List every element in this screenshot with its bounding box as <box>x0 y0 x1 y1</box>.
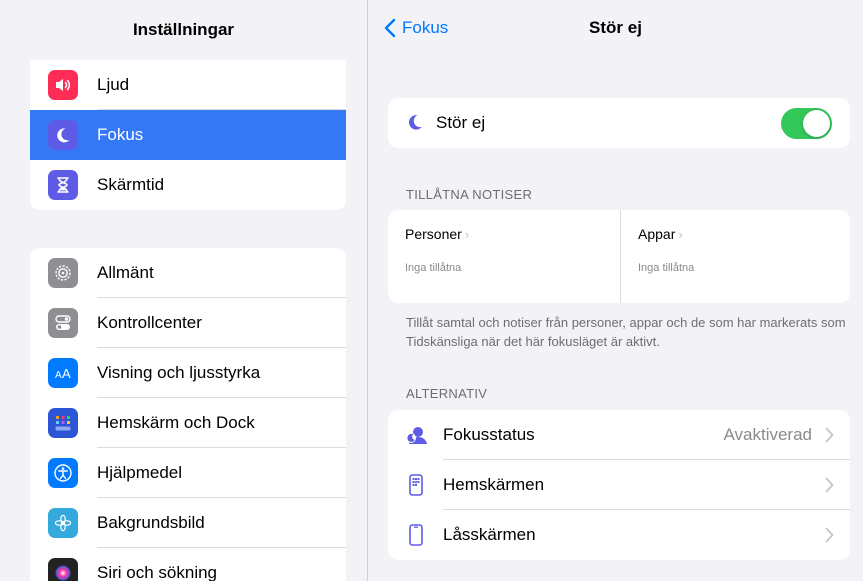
option-label: Låsskärmen <box>443 525 536 544</box>
page-title: Stör ej <box>589 18 642 37</box>
sidebar-item-kontrollcenter[interactable]: Kontrollcenter <box>30 298 346 348</box>
sidebar-item-hjalpmedel[interactable]: Hjälpmedel <box>30 448 346 498</box>
options-card: Fokusstatus Avaktiverad Hemskärmen Låssk… <box>388 410 850 560</box>
toggles-icon <box>48 308 78 338</box>
home-grid-icon <box>48 408 78 438</box>
allowed-notifications-card: Personer › Inga tillåtna Appar › Inga ti… <box>388 210 850 303</box>
option-lasskarmen[interactable]: Låsskärmen <box>388 510 850 560</box>
option-label: Fokusstatus <box>443 425 535 444</box>
chevron-right-icon <box>825 477 834 493</box>
detail-pane: Fokus Stör ej Stör ej TILLÅTNA NOTISER P… <box>368 0 863 581</box>
settings-sidebar: Inställningar Ljud Fokus Skärmtid Allmän… <box>0 0 368 581</box>
home-screen-icon <box>409 474 423 496</box>
lock-screen-icon <box>409 524 423 546</box>
navigation-bar: Fokus Stör ej <box>368 0 863 60</box>
option-fokusstatus[interactable]: Fokusstatus Avaktiverad <box>388 410 850 460</box>
sidebar-item-skarmtid[interactable]: Skärmtid <box>30 160 346 210</box>
siri-icon <box>48 558 78 581</box>
sidebar-group-focus: Ljud Fokus Skärmtid <box>30 60 346 210</box>
chevron-right-icon: › <box>678 226 683 242</box>
chevron-right-icon <box>825 527 834 543</box>
svg-text:A: A <box>62 366 71 381</box>
sidebar-item-hemskarm[interactable]: Hemskärm och Dock <box>30 398 346 448</box>
apps-cell[interactable]: Appar › Inga tillåtna <box>620 210 850 303</box>
chevron-right-icon <box>825 427 834 443</box>
sidebar-item-siri[interactable]: Siri och sökning <box>30 548 346 581</box>
sidebar-item-label: Bakgrundsbild <box>97 513 205 532</box>
people-cell[interactable]: Personer › Inga tillåtna <box>388 210 619 303</box>
accessibility-icon <box>48 458 78 488</box>
sidebar-item-allmant[interactable]: Allmänt <box>30 248 346 298</box>
text-size-icon: AA <box>48 358 78 388</box>
sidebar-item-label: Siri och sökning <box>97 563 218 581</box>
option-label: Hemskärmen <box>443 475 545 494</box>
chevron-right-icon: › <box>464 226 470 242</box>
sidebar-item-bakgrundsbild[interactable]: Bakgrundsbild <box>30 498 346 548</box>
sidebar-item-label: Hjälpmedel <box>97 463 183 482</box>
moon-icon <box>408 115 422 130</box>
hourglass-icon <box>48 170 78 200</box>
sidebar-item-ljud[interactable]: Ljud <box>30 60 346 110</box>
sidebar-item-visning[interactable]: AA Visning och ljusstyrka <box>30 348 346 398</box>
allowed-notifications-footer: Tillåt samtal och notiser från personer,… <box>406 315 846 349</box>
sidebar-item-label: Allmänt <box>97 263 154 282</box>
svg-text:A: A <box>55 370 62 381</box>
apps-status: Inga tillåtna <box>638 262 695 274</box>
sidebar-item-label: Skärmtid <box>97 175 165 194</box>
option-hemskarmen[interactable]: Hemskärmen <box>388 460 850 510</box>
people-status: Inga tillåtna <box>405 262 462 274</box>
moon-icon <box>48 120 78 150</box>
sidebar-item-fokus[interactable]: Fokus <box>30 110 346 160</box>
focus-toggle-switch[interactable] <box>781 108 832 139</box>
sidebar-item-label: Ljud <box>97 75 130 94</box>
sidebar-title: Inställningar <box>132 20 235 39</box>
apps-title: Appar <box>638 226 676 242</box>
sidebar-item-label: Hemskärm och Dock <box>97 413 255 432</box>
speaker-icon <box>48 70 78 100</box>
allowed-notifications-header: TILLÅTNA NOTISER <box>406 187 533 202</box>
sidebar-item-label: Visning och ljusstyrka <box>97 363 261 382</box>
sidebar-group-general: Allmänt Kontrollcenter AA Visning och lj… <box>30 248 346 581</box>
flower-icon <box>48 508 78 538</box>
sidebar-item-label: Kontrollcenter <box>97 313 202 332</box>
focus-status-icon <box>406 427 427 444</box>
people-title: Personer <box>405 226 462 242</box>
gear-icon <box>48 258 78 288</box>
options-header: ALTERNATIV <box>406 386 488 401</box>
sidebar-item-label: Fokus <box>97 125 144 144</box>
focus-toggle-label: Stör ej <box>436 113 486 132</box>
focus-toggle-row: Stör ej <box>388 98 850 148</box>
option-value: Avaktiverad <box>723 425 812 444</box>
